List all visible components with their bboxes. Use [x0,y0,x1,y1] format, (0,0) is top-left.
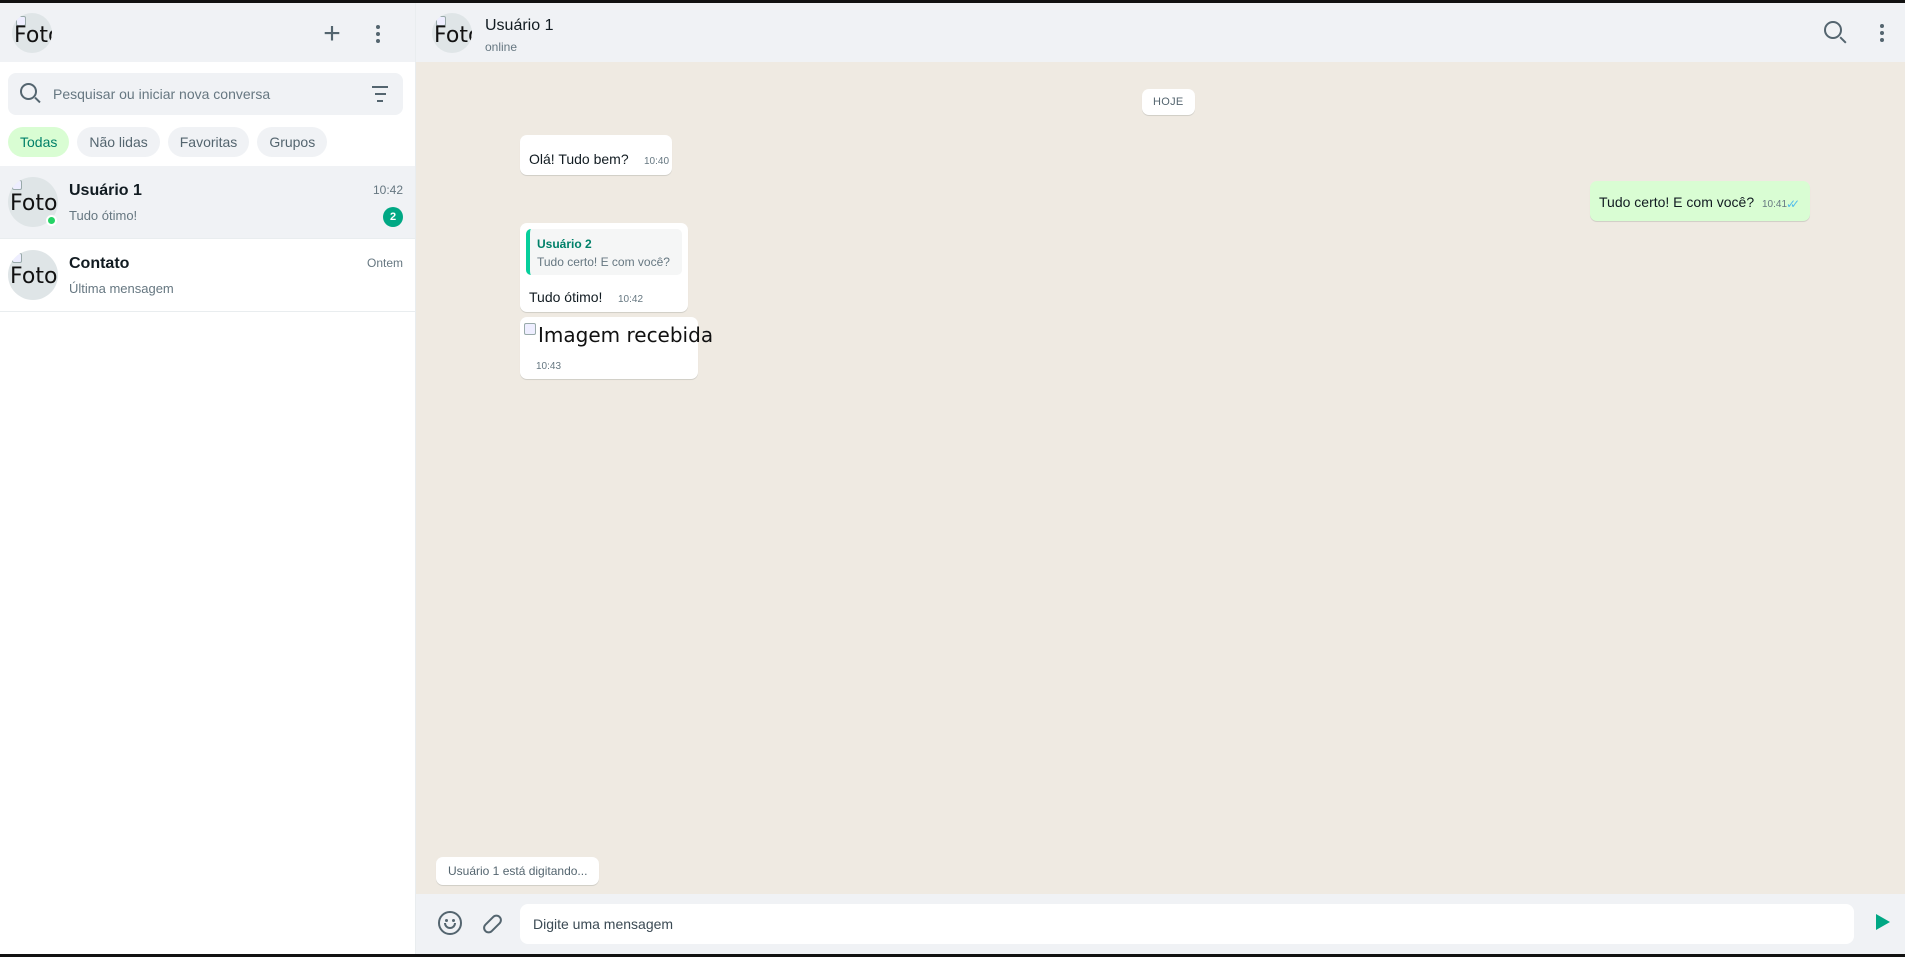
contact-avatar-alt: Foto [434,23,472,48]
search-icon[interactable] [20,83,42,105]
filter-chip-favoritas[interactable]: Favoritas [167,127,250,157]
chat-last-message: Tudo ótimo! [69,208,138,223]
read-receipt-icon: ✓✓ [1786,197,1800,211]
broken-image-icon [12,253,22,263]
filter-chip-grupos[interactable]: Grupos [257,127,328,157]
quoted-author: Usuário 2 [537,237,592,251]
chat-list: Foto Usuário 1 Tudo ótimo! 10:42 2 Foto … [0,166,415,312]
message-time: 10:43 [536,361,562,372]
image-alt-text: Imagem recebida [538,323,714,347]
quoted-message[interactable]: Usuário 2 Tudo certo! E com você? [526,229,682,275]
chat-name: Contato [69,255,130,272]
send-icon[interactable] [1876,914,1890,930]
sidebar-menu-button[interactable] [368,18,388,50]
contact-name: Usuário 1 [485,17,554,34]
conversation-panel: Foto Usuário 1 online HOJE Olá! Tudo bem… [416,3,1905,954]
unread-badge: 2 [383,207,403,227]
message-incoming-reply[interactable]: Usuário 2 Tudo certo! E com você? Tudo ó… [520,223,688,312]
message-time: 10:42 [618,294,644,305]
emoji-icon[interactable] [438,911,462,935]
kebab-menu-icon [376,25,380,43]
day-separator: HOJE [1142,89,1195,115]
kebab-menu-icon [1880,24,1884,42]
message-text: Tudo ótimo! [529,289,603,305]
profile-avatar[interactable]: Foto [12,13,52,53]
message-composer [416,894,1905,954]
filter-icon[interactable] [371,86,389,102]
filter-chip-todas[interactable]: Todas [8,127,70,157]
contact-avatar[interactable]: Foto [432,13,472,53]
chat-avatar: Foto [8,250,58,300]
new-chat-button[interactable]: + [316,18,348,50]
filter-chips: Todas Não lidas Favoritas Grupos [8,127,328,157]
chat-last-message: Última mensagem [69,281,174,296]
filter-chip-nao-lidas[interactable]: Não lidas [77,127,160,157]
online-indicator [46,215,57,226]
chat-name: Usuário 1 [69,182,142,199]
plus-icon: + [323,17,341,50]
search-bar [8,73,403,115]
message-outgoing[interactable]: Tudo certo! E com você? 10:41 ✓✓ [1590,181,1810,221]
search-in-chat-icon[interactable] [1823,20,1849,46]
chat-time: 10:42 [372,183,403,197]
search-input[interactable] [53,73,353,115]
broken-image-icon [12,180,22,190]
message-text: Olá! Tudo bem? [529,151,629,167]
chat-time: Ontem [366,256,403,270]
chat-list-item[interactable]: Foto Contato Última mensagem Ontem [0,239,415,312]
message-incoming[interactable]: Olá! Tudo bem? 10:40 [520,135,672,175]
attach-icon[interactable] [480,909,504,939]
message-input[interactable] [520,904,1854,944]
quoted-text: Tudo certo! E com você? [537,255,670,269]
chat-avatar-alt: Foto [10,191,58,216]
typing-indicator: Usuário 1 está digitando... [436,857,600,885]
received-image[interactable]: Imagem recebida [524,323,713,347]
broken-image-icon [524,323,536,335]
sidebar-header: Foto + [0,3,415,62]
chat-list-item[interactable]: Foto Usuário 1 Tudo ótimo! 10:42 2 [0,166,415,239]
profile-avatar-alt: Foto [14,23,52,48]
chat-avatar-alt: Foto [10,264,58,289]
conversation-header[interactable]: Foto Usuário 1 online [416,3,1905,62]
message-incoming-image[interactable]: Imagem recebida 10:43 [520,317,713,379]
message-time: 10:41 [1762,199,1788,210]
contact-status: online [485,40,518,54]
message-text: Tudo certo! E com você? [1599,194,1755,210]
conversation-menu-button[interactable] [1872,19,1892,47]
sidebar: Foto + Todas Não lidas Favoritas Grupos … [0,3,416,954]
message-time: 10:40 [644,156,670,167]
